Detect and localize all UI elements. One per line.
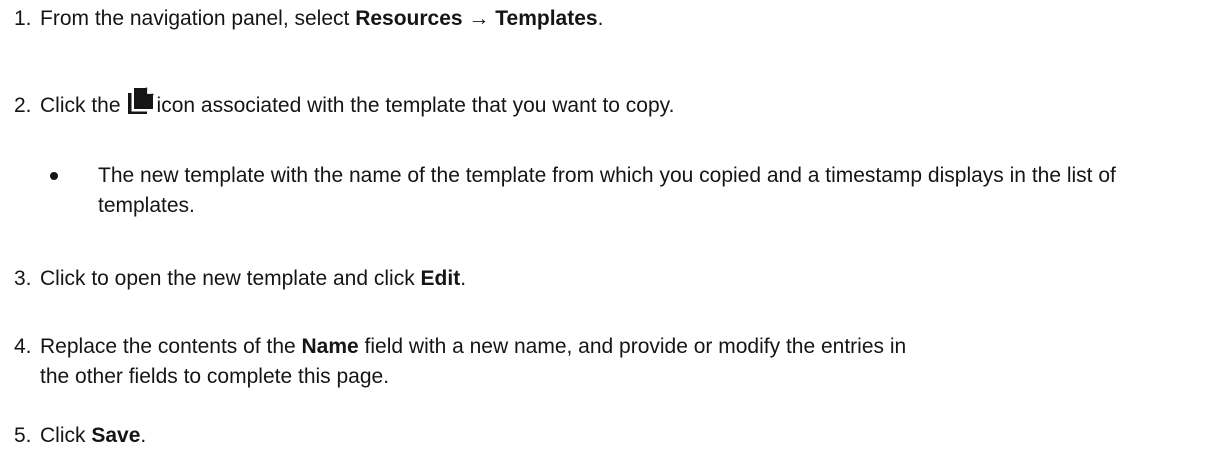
step-3-text: Click to open the new template and click — [40, 267, 421, 290]
step-3: 3. Click to open the new template and cli… — [14, 264, 1215, 294]
step-5-save-label: Save — [91, 424, 141, 447]
step-3-number: 3. — [14, 267, 32, 290]
step-1-end: . — [597, 7, 604, 30]
step-2-bullet: The new template with the name of the te… — [50, 161, 1215, 221]
step-2-number: 2. — [14, 94, 32, 117]
step-5: 5. Click Save. — [14, 421, 1215, 451]
step-2-text: Click the — [40, 94, 121, 117]
copy-icon — [125, 84, 155, 123]
step-5-text: Click — [40, 424, 92, 447]
step-4: 4. Replace the contents of the Name field… — [14, 332, 1215, 392]
step-4-text-line1: field with a new name, and provide or mo… — [358, 335, 907, 358]
procedure-document: 1. From the navigation panel, select Reso… — [0, 0, 1225, 457]
step-4-name-label: Name — [301, 335, 359, 358]
step-4-text: Replace the contents of the — [40, 335, 302, 358]
step-4-text-line2: the other fields to complete this page. — [40, 365, 390, 388]
step-3-end: . — [460, 267, 467, 290]
step-1-number: 1. — [14, 7, 32, 30]
step-5-end: . — [140, 424, 147, 447]
step-2: 2. Click the icon associated with the temp… — [14, 84, 1215, 123]
step-2-bullet-text: The new template with the name of the te… — [98, 164, 1116, 217]
step-4-number: 4. — [14, 335, 32, 358]
bullet-dot — [50, 172, 58, 180]
step-2-end: icon associated with the template that y… — [156, 94, 675, 117]
step-1-text: From the navigation panel, select — [40, 7, 356, 30]
step-5-number: 5. — [14, 424, 32, 447]
step-1-menu-path: Resources → Templates — [355, 7, 598, 30]
step-3-edit-label: Edit — [420, 267, 461, 290]
step-1: 1. From the navigation panel, select Reso… — [14, 4, 1215, 34]
